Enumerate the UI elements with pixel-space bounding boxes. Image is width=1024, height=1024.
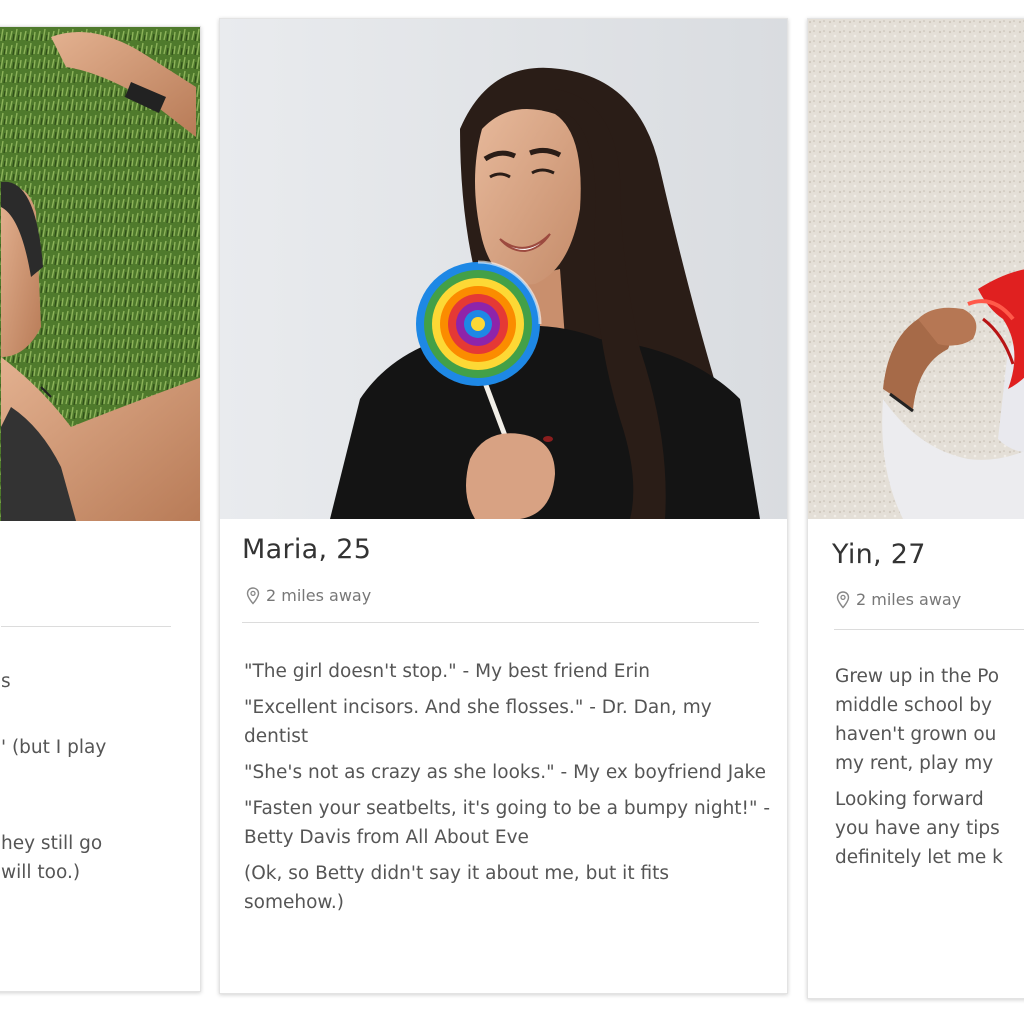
profile-card-yin[interactable]: Yin, 27 2 miles away Grew up in the Po m… <box>807 18 1024 999</box>
distance-label: 2 miles away <box>856 590 962 609</box>
bio-fragment: ' (but I play <box>1 737 107 758</box>
profile-photo-left-image <box>0 27 200 521</box>
profile-photo-yin <box>808 19 1024 519</box>
profile-distance: 2 miles away <box>836 590 961 609</box>
bio-paragraph: Grew up in the Po middle school by haven… <box>835 666 1000 774</box>
profile-name: Yin, 27 <box>832 539 926 570</box>
profile-bio: "The girl doesn't stop." - My best frien… <box>244 657 772 924</box>
divider <box>834 629 1024 630</box>
profile-photo-left <box>0 27 200 521</box>
bio-paragraph: Looking forward you have any tips defini… <box>835 789 1003 868</box>
divider <box>1 626 171 627</box>
bio-fragment: will too.) <box>1 862 81 883</box>
profile-card-maria[interactable]: Maria, 25 2 miles away "The girl doesn't… <box>219 18 788 994</box>
bio-paragraph: "Excellent incisors. And she flosses." -… <box>244 697 712 747</box>
bio-paragraph: (Ok, so Betty didn't say it about me, bu… <box>244 863 669 913</box>
bio-fragment: s <box>1 671 11 692</box>
map-pin-icon <box>836 590 850 609</box>
divider <box>242 622 759 623</box>
bio-paragraph: "She's not as crazy as she looks." - My … <box>244 762 766 783</box>
profile-distance: 2 miles away <box>246 586 371 605</box>
map-pin-icon <box>246 586 260 605</box>
bio-fragment: hey still go <box>1 833 103 854</box>
bio-paragraph: "The girl doesn't stop." - My best frien… <box>244 661 650 682</box>
profile-bio: Grew up in the Po middle school by haven… <box>835 662 1019 879</box>
profile-name: Maria, 25 <box>242 534 372 565</box>
bio-paragraph: "Fasten your seatbelts, it's going to be… <box>244 798 771 848</box>
profile-photo-yin-image <box>808 19 1024 519</box>
profile-card-left[interactable]: s ' (but I play hey still go will too.) <box>0 26 201 992</box>
distance-label: 2 miles away <box>266 586 372 605</box>
profile-photo-maria-image <box>220 19 787 519</box>
profile-photo-maria <box>220 19 787 519</box>
